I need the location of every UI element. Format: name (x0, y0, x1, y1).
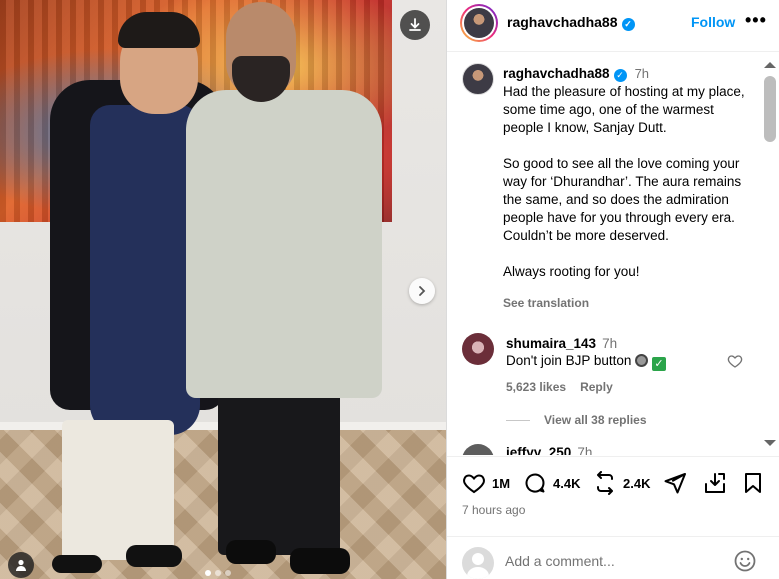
comment-time[interactable]: 7h (602, 336, 617, 351)
author-username-text[interactable]: raghavchadha88 (507, 14, 618, 30)
author-avatar-image (464, 8, 494, 38)
check-mark-emoji-icon: ✓ (651, 356, 666, 371)
scrollbar[interactable] (763, 62, 777, 452)
left-person-hair (118, 12, 200, 48)
comment-reply-button[interactable]: Reply (580, 380, 613, 394)
carousel-dot (225, 570, 231, 576)
left-person-shoe (126, 545, 182, 567)
author-username[interactable]: raghavchadha88 ✓ (507, 14, 635, 31)
download-button[interactable] (400, 10, 430, 40)
more-options-button[interactable]: ••• (745, 10, 767, 31)
bookmark-icon (745, 473, 761, 493)
caption-username[interactable]: raghavchadha88 (503, 66, 610, 81)
carousel-indicator (205, 570, 231, 576)
comment-text: Don't join BJP button (506, 353, 632, 368)
send-icon (664, 473, 686, 494)
comment-text-row: Don't join BJP button ✓ (506, 353, 666, 371)
author-avatar[interactable] (460, 4, 498, 42)
comment-avatar[interactable] (462, 333, 494, 365)
carousel-dot (205, 570, 211, 576)
verified-badge-icon: ✓ (613, 68, 627, 82)
repost-count[interactable]: 2.4K (623, 476, 650, 491)
right-person-trousers (218, 380, 340, 555)
save-to-collection-icon (705, 473, 725, 493)
follow-button[interactable]: Follow (691, 14, 735, 30)
download-icon (409, 18, 421, 31)
comment-header: jeffyy_250 7h (506, 445, 592, 455)
verified-badge-icon: ✓ (621, 18, 635, 31)
comment-bubble-icon (525, 473, 545, 493)
comment-likes-count[interactable]: 5,623 likes (506, 380, 566, 394)
tagged-users-button[interactable] (8, 552, 34, 578)
comment-time[interactable]: 7h (577, 445, 592, 455)
comment-avatar[interactable] (462, 444, 494, 455)
left-person-shoe (52, 555, 102, 573)
caption-time[interactable]: 7h (635, 66, 649, 81)
comment-count[interactable]: 4.4K (553, 476, 580, 491)
add-comment-input[interactable] (505, 549, 715, 573)
post-header: raghavchadha88 ✓ Follow ••• (447, 0, 779, 52)
left-person-kurta (90, 105, 200, 435)
caption-paragraph: Had the pleasure of hosting at my place,… (503, 84, 745, 135)
share-button[interactable] (663, 471, 687, 495)
scrollbar-thumb[interactable] (764, 76, 776, 142)
comments-scroll-area[interactable]: raghavchadha88 ✓ 7h Had the pleasure of ho… (447, 53, 779, 455)
right-person-shoe (226, 540, 276, 564)
heart-icon (463, 474, 485, 494)
user-icon (16, 559, 26, 571)
caption-author-avatar[interactable] (462, 63, 494, 95)
scroll-up-arrow[interactable] (764, 62, 776, 68)
comment-meta: 5,623 likes Reply (506, 380, 613, 394)
post-caption: raghavchadha88 ✓ 7h Had the pleasure of ho… (503, 65, 748, 281)
left-person-trousers (62, 420, 174, 560)
comment-like-heart-icon[interactable] (727, 353, 743, 369)
comment-button[interactable]: 4.4K (523, 471, 580, 495)
post-action-bar: 1M 4.4K 2.4K (447, 456, 779, 508)
carousel-dot (215, 570, 221, 576)
see-translation-link[interactable]: See translation (503, 296, 589, 310)
record-button-emoji-icon (635, 354, 649, 367)
right-person-shoe (290, 548, 350, 574)
view-replies-button[interactable]: View all 38 replies (506, 413, 647, 427)
scroll-down-arrow[interactable] (764, 440, 776, 446)
view-replies-label[interactable]: View all 38 replies (544, 413, 647, 427)
post-sidebar: raghavchadha88 ✓ Follow ••• raghavchadha8… (446, 0, 779, 579)
comment-username[interactable]: jeffyy_250 (506, 445, 571, 455)
like-count[interactable]: 1M (492, 476, 510, 491)
current-user-avatar (462, 547, 494, 579)
comment-username[interactable]: shumaira_143 (506, 336, 596, 351)
post-timestamp[interactable]: 7 hours ago (462, 503, 525, 517)
repost-icon (597, 471, 613, 495)
like-button[interactable]: 1M (462, 471, 510, 495)
next-image-button[interactable] (409, 278, 435, 304)
emoji-icon[interactable] (733, 549, 757, 573)
add-comment-bar (447, 536, 779, 579)
repost-button[interactable]: 2.4K (593, 471, 650, 495)
caption-paragraph: Always rooting for you! (503, 264, 640, 279)
caption-paragraph: So good to see all the love coming your … (503, 156, 742, 243)
save-to-collection-button[interactable] (703, 471, 727, 495)
post-photo[interactable] (0, 0, 446, 579)
chevron-right-icon (419, 286, 426, 296)
right-person-kurta (186, 90, 382, 398)
comment-header: shumaira_143 7h (506, 336, 617, 351)
bookmark-button[interactable] (741, 471, 765, 495)
